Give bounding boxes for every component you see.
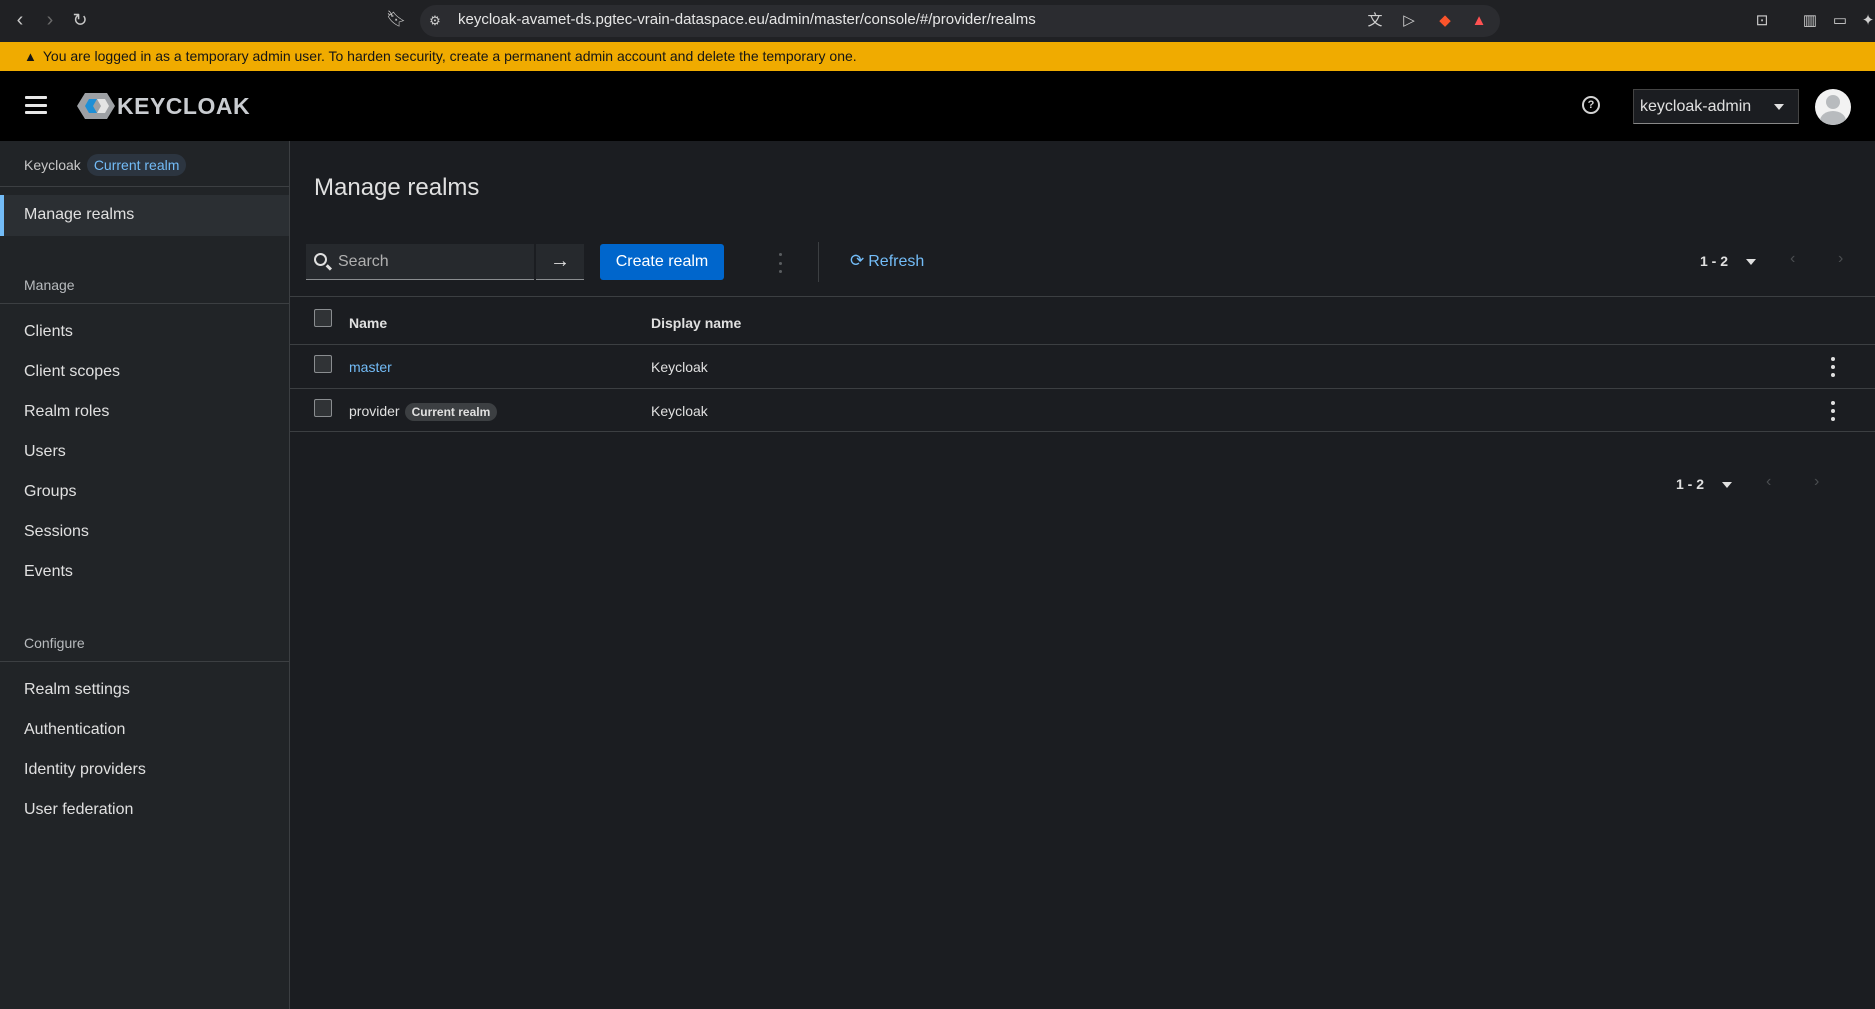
sidebar-item-authentication[interactable]: Authentication — [24, 721, 125, 739]
sidebar-item-users[interactable]: Users — [24, 443, 66, 461]
row-checkbox[interactable] — [314, 355, 332, 373]
pagination-next-icon[interactable]: › — [1838, 250, 1843, 268]
divider — [0, 661, 289, 662]
keycloak-logo-icon — [77, 93, 115, 119]
keycloak-logo[interactable]: KEYCLOAK — [77, 91, 250, 121]
forward-icon[interactable]: › — [38, 9, 62, 33]
sidebar-item-user-federation[interactable]: User federation — [24, 801, 133, 819]
table-row: provider Current realm Keycloak — [290, 388, 1875, 432]
reload-icon[interactable]: ↻ — [68, 9, 92, 33]
sidebar-group-configure: Configure — [24, 635, 85, 651]
translate-icon[interactable]: 文 — [1364, 10, 1386, 32]
caret-down-icon — [1722, 482, 1733, 489]
leo-icon[interactable]: ✦ — [1857, 10, 1875, 32]
pagination-next-icon[interactable]: › — [1814, 473, 1819, 491]
help-icon[interactable]: ? — [1582, 96, 1600, 114]
refresh-icon: ⟳ — [850, 251, 865, 270]
main-content: Manage realms → Create realm ⟳Refresh 1 … — [290, 141, 1875, 1009]
sidebar-toggle-icon[interactable]: ▥ — [1799, 10, 1821, 32]
realm-name-link[interactable]: master — [349, 359, 392, 375]
realm-name: Keycloak — [24, 157, 81, 173]
hamburger-menu-icon[interactable] — [25, 96, 47, 114]
site-info-icon[interactable]: ⚙ — [424, 10, 446, 32]
sidebar-item-client-scopes[interactable]: Client scopes — [24, 363, 120, 381]
caret-down-icon — [1774, 104, 1784, 110]
search-input-group[interactable] — [306, 244, 534, 280]
table-row: master Keycloak — [290, 344, 1875, 388]
refresh-button[interactable]: ⟳ Refresh — [850, 251, 924, 271]
screenshot-icon[interactable]: ⊡ — [1751, 10, 1773, 32]
table-header-row: Name Display name — [290, 296, 1875, 344]
warning-icon: ▲ — [24, 49, 37, 64]
sidebar-item-groups[interactable]: Groups — [24, 483, 76, 501]
search-icon — [314, 253, 327, 266]
realm-display-name: Keycloak — [651, 403, 708, 419]
refresh-label: Refresh — [868, 253, 925, 270]
sidebar-item-events[interactable]: Events — [24, 563, 73, 581]
brave-shield-icon[interactable]: ◆ — [1434, 10, 1456, 32]
realm-name-cell: provider Current realm — [349, 403, 498, 422]
current-realm-tag: Current realm — [404, 403, 498, 422]
row-kebab-icon[interactable] — [1829, 401, 1837, 421]
search-submit-button[interactable]: → — [536, 244, 584, 280]
divider — [0, 186, 289, 187]
temporary-admin-warning: ▲ You are logged in as a temporary admin … — [0, 42, 1875, 71]
send-icon[interactable]: ▷ — [1398, 10, 1420, 32]
pagination-prev-icon[interactable]: ‹ — [1790, 250, 1795, 268]
avatar[interactable] — [1815, 89, 1851, 125]
browser-toolbar: ‹ › ↻ 🔖︎ ⚙ keycloak-avamet-ds.pgtec-vrai… — [0, 0, 1875, 42]
sidebar-item-realm-settings[interactable]: Realm settings — [24, 681, 130, 699]
sidebar-item-realm-roles[interactable]: Realm roles — [24, 403, 109, 421]
pagination-range: 1 - 2 — [1676, 476, 1705, 492]
user-name: keycloak-admin — [1640, 98, 1752, 115]
select-all-checkbox[interactable] — [314, 309, 332, 327]
bookmark-icon[interactable]: 🔖︎ — [384, 9, 408, 33]
wallet-icon[interactable]: ▭ — [1829, 10, 1851, 32]
warning-text: You are logged in as a temporary admin u… — [42, 48, 857, 64]
url-text[interactable]: keycloak-avamet-ds.pgtec-vrain-dataspace… — [458, 11, 1036, 28]
column-header-display-name: Display name — [651, 315, 742, 331]
toolbar-kebab-icon[interactable] — [776, 253, 784, 273]
pagination-prev-icon[interactable]: ‹ — [1766, 473, 1771, 491]
realm-name: provider — [349, 403, 400, 419]
realm-display-name: Keycloak — [651, 359, 708, 375]
realm-selector[interactable]: Keycloak Current realm — [24, 153, 187, 177]
divider — [0, 303, 289, 304]
sidebar-item-sessions[interactable]: Sessions — [24, 523, 89, 541]
pagination-toggle-bottom[interactable]: 1 - 2 — [1676, 476, 1733, 492]
arrow-right-icon: → — [550, 250, 570, 272]
create-realm-button[interactable]: Create realm — [600, 244, 724, 280]
logo-text: KEYCLOAK — [117, 92, 251, 119]
row-checkbox[interactable] — [314, 399, 332, 417]
toolbar-divider — [818, 242, 819, 282]
sidebar-group-manage: Manage — [24, 277, 75, 293]
column-header-name[interactable]: Name — [349, 315, 387, 331]
back-icon[interactable]: ‹ — [8, 9, 32, 33]
search-input[interactable] — [338, 244, 528, 279]
user-dropdown[interactable]: keycloak-admin — [1633, 89, 1799, 124]
sidebar-item-identity-providers[interactable]: Identity providers — [24, 761, 146, 779]
page-title: Manage realms — [314, 174, 480, 201]
rewards-icon[interactable]: ▲ — [1468, 10, 1490, 32]
sidebar-item-manage-realms-label[interactable]: Manage realms — [24, 206, 134, 224]
sidebar: Keycloak Current realm Manage realms Man… — [0, 141, 290, 1009]
pagination-toggle-top[interactable]: 1 - 2 — [1700, 253, 1757, 269]
masthead: KEYCLOAK ? keycloak-admin — [0, 71, 1875, 141]
pagination-range: 1 - 2 — [1700, 253, 1729, 269]
row-kebab-icon[interactable] — [1829, 357, 1837, 377]
current-realm-badge: Current realm — [86, 154, 187, 176]
caret-down-icon — [1746, 259, 1757, 266]
sidebar-item-clients[interactable]: Clients — [24, 323, 73, 341]
